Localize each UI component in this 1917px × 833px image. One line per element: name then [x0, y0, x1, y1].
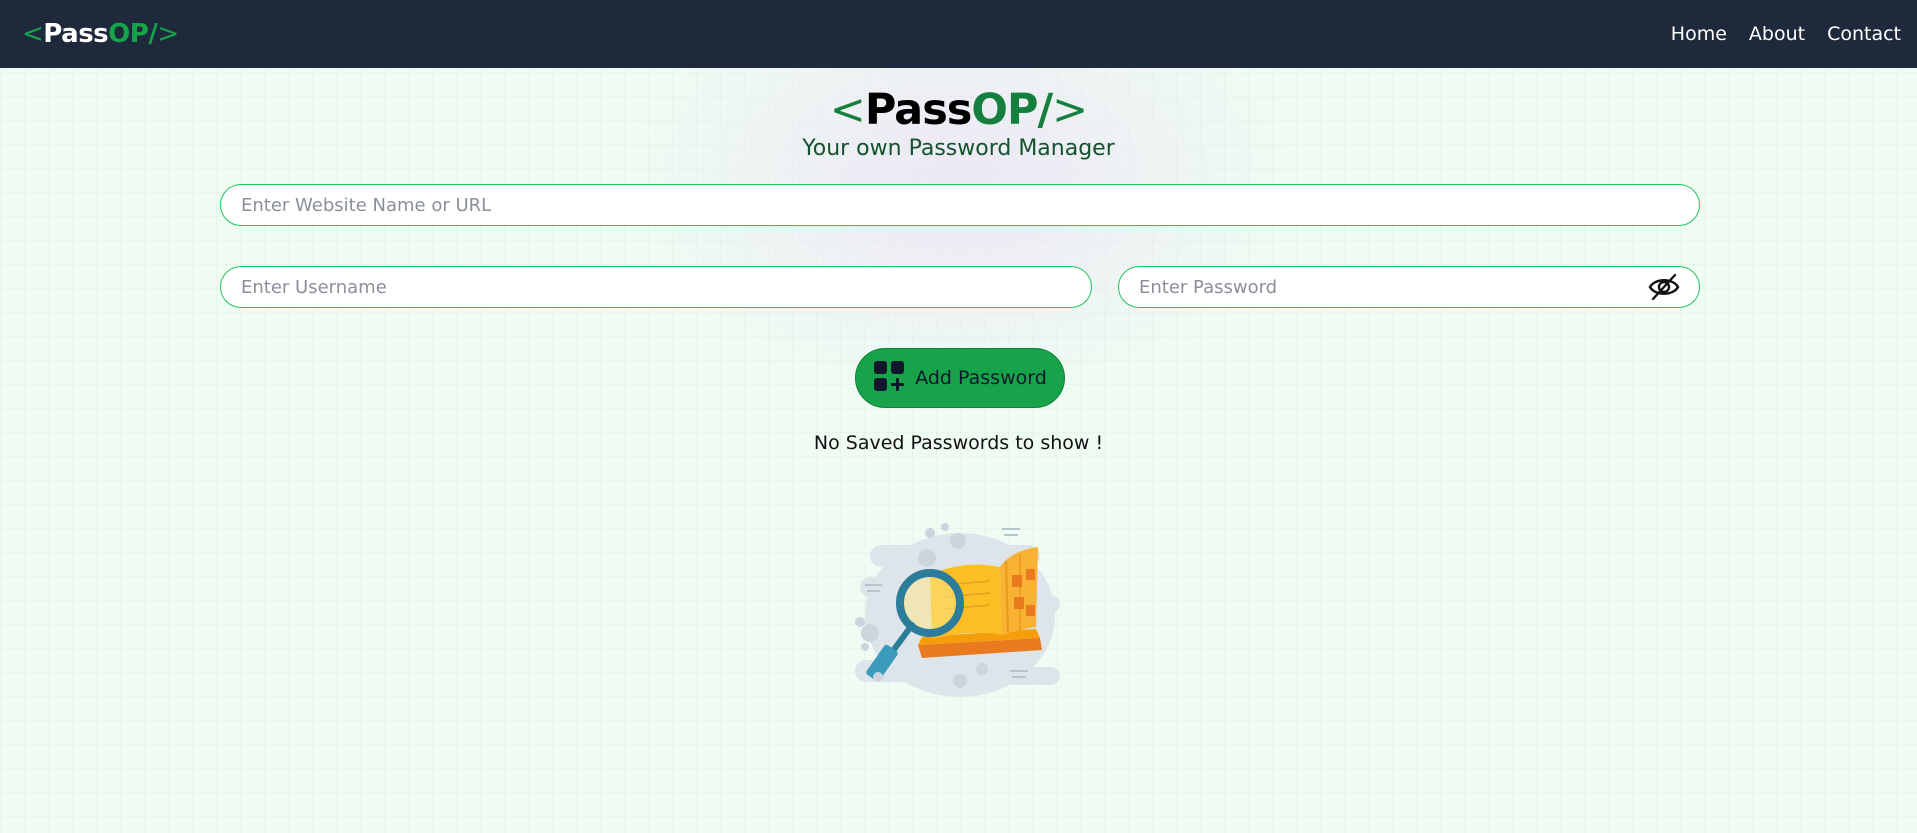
- nav-link-about[interactable]: About: [1745, 23, 1809, 45]
- magnifier-book-illustration: [830, 505, 1080, 705]
- username-input[interactable]: [220, 266, 1092, 308]
- hero-logo-open: <: [829, 85, 866, 135]
- nav-link-home[interactable]: Home: [1667, 23, 1731, 45]
- hero-logo: <PassOP/>: [0, 84, 1917, 136]
- nav-link-contact[interactable]: Contact: [1823, 23, 1905, 45]
- logo-pass-text: Pass: [43, 19, 109, 49]
- add-password-button[interactable]: Add Password: [855, 348, 1065, 408]
- navbar-logo[interactable]: <PassOP/>: [22, 19, 179, 49]
- logo-close-bracket: >: [157, 19, 179, 49]
- tagline: Your own Password Manager: [802, 136, 1115, 161]
- logo-open-bracket: <: [22, 19, 44, 49]
- hero-logo-op: OP/: [971, 85, 1053, 135]
- hero-logo-pass: Pass: [864, 85, 973, 135]
- website-input[interactable]: [220, 184, 1700, 226]
- empty-state-message: No Saved Passwords to show !: [813, 432, 1104, 454]
- hero-header: <PassOP/> Your own Password Manager: [0, 84, 1917, 161]
- add-grid-icon: [873, 360, 905, 397]
- eye-off-icon[interactable]: [1646, 270, 1682, 304]
- hero-logo-close: >: [1052, 85, 1088, 135]
- nav-links: Home About Contact: [1667, 23, 1905, 45]
- navbar: <PassOP/> Home About Contact: [0, 0, 1917, 68]
- add-password-label: Add Password: [915, 367, 1047, 389]
- logo-op-text: OP/: [108, 19, 158, 49]
- password-input[interactable]: [1118, 266, 1700, 308]
